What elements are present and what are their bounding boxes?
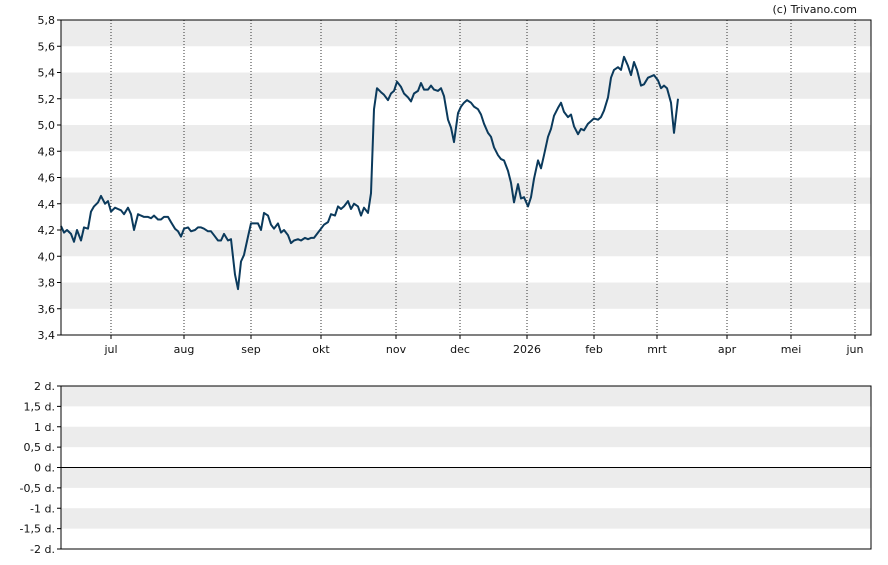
x-tick-label: apr xyxy=(718,343,737,356)
x-tick-label: nov xyxy=(386,343,407,356)
y-tick-label: 0,5 d. xyxy=(24,441,55,454)
y-tick-label: 3,8 xyxy=(38,277,56,290)
y-tick-label: 4,2 xyxy=(38,224,56,237)
y-tick-label: 0 d. xyxy=(34,462,55,475)
y-tick-label: 5,2 xyxy=(38,93,56,106)
y-tick-label: 4,6 xyxy=(38,172,56,185)
chart-canvas: (c) Trivano.com 3,4 3,6 3,8 4,0 4,2 4,4 4,6 4,8… xyxy=(20,3,872,556)
y-tick-label: 5,8 xyxy=(38,14,56,27)
band xyxy=(61,72,871,99)
y-tick-label: 4,4 xyxy=(38,198,56,211)
y-tick-label: 3,4 xyxy=(38,329,56,342)
x-tick-label: okt xyxy=(312,343,330,356)
y-tick-label: -2 d. xyxy=(30,543,55,556)
band xyxy=(61,282,871,309)
y-tick-label: 4,8 xyxy=(38,145,56,158)
band xyxy=(61,467,871,488)
y-tick-label: 4,0 xyxy=(38,250,56,263)
y-tick-label: -1 d. xyxy=(30,502,55,515)
x-tick-label: aug xyxy=(174,343,195,356)
y-tick-label: -1,5 d. xyxy=(20,523,55,536)
y-tick-label: 1,5 d. xyxy=(24,400,55,413)
x-tick-label: sep xyxy=(241,343,260,356)
band xyxy=(61,386,871,407)
y-tick-label: 5,0 xyxy=(38,119,56,132)
credit-label: (c) Trivano.com xyxy=(772,3,857,16)
x-tick-label: feb xyxy=(585,343,603,356)
lower-chart: -2 d. -1,5 d. -1 d. -0,5 d. 0 d. 0,5 d. 1 d. 1,… xyxy=(20,380,872,556)
x-tick-label: mei xyxy=(781,343,802,356)
band xyxy=(61,508,871,529)
y-tick-label: 5,4 xyxy=(38,67,56,80)
band xyxy=(61,426,871,448)
x-tick-label: jun xyxy=(846,343,864,356)
x-tick-label: jul xyxy=(103,343,117,356)
y-tick-label: 1 d. xyxy=(34,421,55,434)
y-tick-label: 2 d. xyxy=(34,380,55,393)
y-tick-label: 3,6 xyxy=(38,303,56,316)
band xyxy=(61,177,871,204)
x-tick-label: dec xyxy=(450,343,470,356)
band xyxy=(61,20,871,47)
x-tick-label: 2026 xyxy=(513,343,541,356)
x-tick-label: mrt xyxy=(647,343,667,356)
y-tick-label: -0,5 d. xyxy=(20,482,55,495)
band xyxy=(61,125,871,152)
price-chart: 3,4 3,6 3,8 4,0 4,2 4,4 4,6 4,8 5,0 5,2 5,4 5,6 5,8 j… xyxy=(38,14,872,356)
y-tick-label: 5,6 xyxy=(38,40,56,53)
